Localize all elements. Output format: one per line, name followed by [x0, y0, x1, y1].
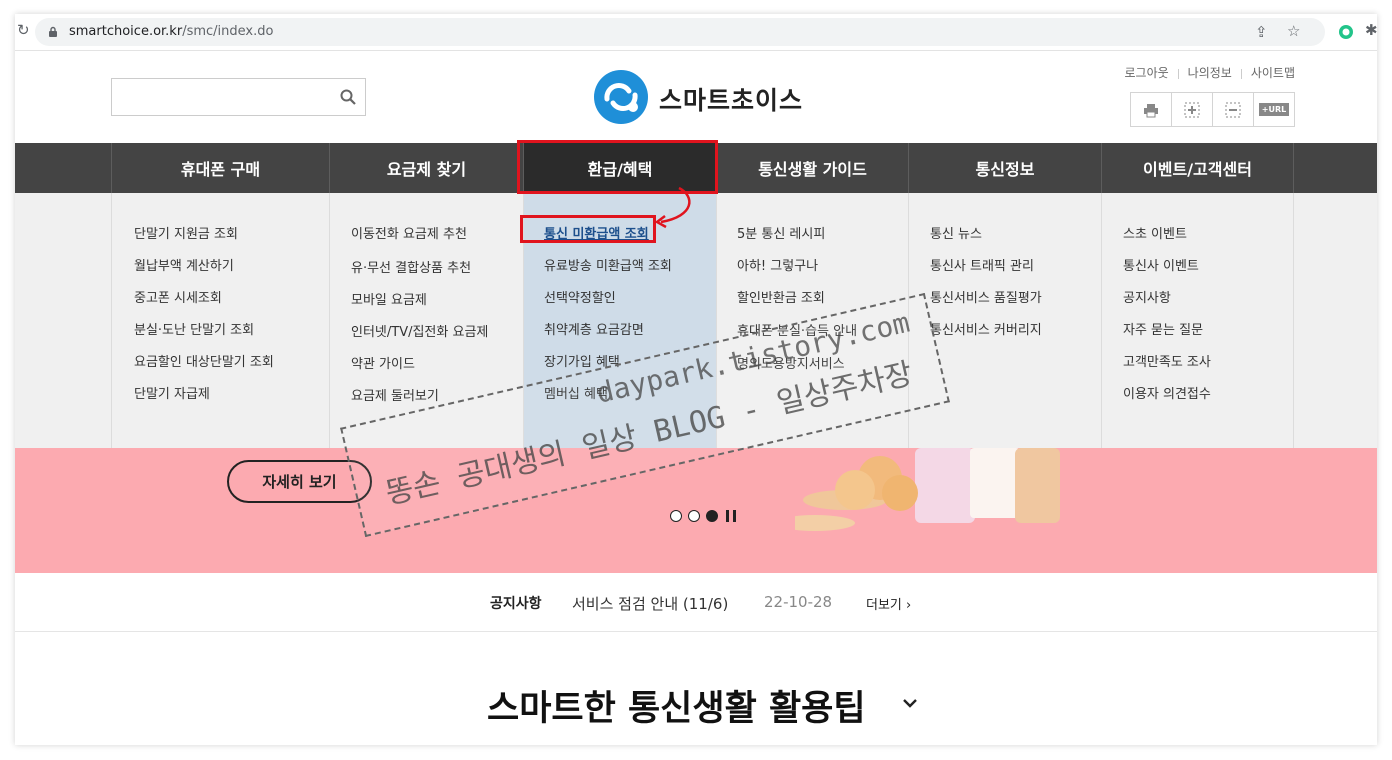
notice-date: 22-10-28 — [764, 593, 833, 611]
menu-traffic-management[interactable]: 통신사 트래픽 관리 — [930, 255, 1034, 274]
url-icon[interactable]: +URL — [1254, 93, 1294, 126]
nav-plan-search[interactable]: 요금제 찾기 — [329, 143, 523, 193]
address-bar[interactable]: smartchoice.or.kr/smc/index.do ⇪ ☆ — [35, 18, 1325, 46]
my-info-link[interactable]: 나의정보 — [1188, 66, 1232, 80]
menu-telecom-news[interactable]: 통신 뉴스 — [930, 223, 982, 242]
carousel-dot-3[interactable] — [706, 510, 718, 522]
nav-telecom-info[interactable]: 통신정보 — [908, 143, 1101, 193]
menu-mobile-plan[interactable]: 모바일 요금제 — [351, 289, 427, 308]
puzzle-icon[interactable]: ✱ — [1365, 22, 1377, 38]
menu-contract-discount[interactable]: 선택약정할인 — [544, 287, 616, 306]
menu-carrier-event[interactable]: 통신사 이벤트 — [1123, 255, 1199, 274]
share-icon[interactable]: ⇪ — [1255, 24, 1268, 40]
zoom-out-icon[interactable] — [1213, 93, 1254, 126]
nav-phone-purchase[interactable]: 휴대폰 구매 — [111, 143, 329, 193]
menu-used-phone-price[interactable]: 중고폰 시세조회 — [134, 287, 222, 306]
site-logo[interactable]: 스마트초이스 — [593, 69, 813, 125]
coins-illustration-icon — [795, 448, 1060, 531]
pause-icon[interactable] — [726, 510, 736, 522]
annotation-arrow-icon — [654, 186, 691, 229]
menu-user-feedback[interactable]: 이용자 의견접수 — [1123, 383, 1211, 402]
menu-paytv-unrefunded[interactable]: 유료방송 미환급액 조회 — [544, 255, 672, 274]
url-text: smartchoice.or.kr/smc/index.do — [69, 24, 274, 39]
menu-column-phone: 단말기 지원금 조회 월납부액 계산하기 중고폰 시세조회 분실·도난 단말기 … — [111, 193, 329, 448]
menu-discount-device-lookup[interactable]: 요금할인 대상단말기 조회 — [134, 351, 274, 370]
sitemap-link[interactable]: 사이트맵 — [1251, 66, 1295, 80]
extension-icon[interactable] — [1338, 24, 1354, 40]
notice-bar: 공지사항 서비스 점검 안내 (11/6) 22-10-28 더보기 › — [15, 573, 1377, 632]
carousel-indicators — [670, 510, 736, 522]
menu-smc-event[interactable]: 스초 이벤트 — [1123, 223, 1187, 242]
menu-installment-calc[interactable]: 월납부액 계산하기 — [134, 255, 234, 274]
menu-discount-return-lookup[interactable]: 할인반환금 조회 — [737, 287, 825, 306]
menu-vulnerable-discount[interactable]: 취약계층 요금감면 — [544, 319, 644, 338]
notice-title-link[interactable]: 서비스 점검 안내 (11/6) — [572, 593, 728, 614]
carousel-dot-2[interactable] — [688, 510, 700, 522]
menu-satisfaction-survey[interactable]: 고객만족도 조사 — [1123, 351, 1211, 370]
logout-link[interactable]: 로그아웃 — [1124, 66, 1168, 80]
browser-toolbar: ↻ smartchoice.or.kr/smc/index.do ⇪ ☆ ✱ — [15, 14, 1377, 51]
hero-banner: 자세히 보기 — [15, 448, 1377, 573]
print-icon[interactable] — [1131, 93, 1172, 126]
browser-window: ↻ smartchoice.or.kr/smc/index.do ⇪ ☆ ✱ 스… — [15, 14, 1377, 745]
logo-mark-icon — [594, 70, 648, 124]
zoom-in-icon[interactable] — [1172, 93, 1213, 126]
menu-bundle-recommend[interactable]: 유·무선 결합상품 추천 — [351, 257, 471, 276]
highlight-box-menu — [520, 215, 656, 243]
section-title: 스마트한 통신생활 활용팁 — [487, 689, 866, 729]
logo-text: 스마트초이스 — [659, 86, 804, 115]
menu-self-supply-device[interactable]: 단말기 자급제 — [134, 383, 210, 402]
menu-quality-evaluation[interactable]: 통신서비스 품질평가 — [930, 287, 1042, 306]
utility-links: 로그아웃 나의정보 사이트맵 — [1124, 64, 1295, 81]
menu-mobile-plan-recommend[interactable]: 이동전화 요금제 추천 — [351, 223, 467, 242]
menu-lost-phone-lookup[interactable]: 분실·도난 단말기 조회 — [134, 319, 254, 338]
menu-terms-guide[interactable]: 약관 가이드 — [351, 353, 415, 372]
carousel-dot-1[interactable] — [670, 510, 682, 522]
bookmark-star-icon[interactable]: ☆ — [1287, 23, 1300, 39]
search-icon[interactable] — [339, 88, 357, 106]
menu-column-info: 통신 뉴스 통신사 트래픽 관리 통신서비스 품질평가 통신서비스 커버리지 — [908, 193, 1101, 448]
chevron-down-icon[interactable] — [902, 697, 918, 709]
nav-life-guide[interactable]: 통신생활 가이드 — [716, 143, 908, 193]
site-header: 스마트초이스 로그아웃 나의정보 사이트맵 +URL — [15, 51, 1377, 143]
menu-5min-recipe[interactable]: 5분 통신 레시피 — [737, 223, 825, 242]
reload-icon[interactable]: ↻ — [17, 22, 30, 38]
menu-column-event: 스초 이벤트 통신사 이벤트 공지사항 자주 묻는 질문 고객만족도 조사 이용… — [1101, 193, 1294, 448]
menu-internet-tv-plan[interactable]: 인터넷/TV/집전화 요금제 — [351, 321, 488, 340]
menu-notice[interactable]: 공지사항 — [1123, 287, 1171, 306]
menu-subsidy-lookup[interactable]: 단말기 지원금 조회 — [134, 223, 238, 242]
nav-event-support[interactable]: 이벤트/고객센터 — [1101, 143, 1294, 193]
search-box — [111, 78, 366, 116]
notice-label: 공지사항 — [490, 596, 542, 612]
lock-icon — [49, 26, 57, 37]
menu-plan-browse[interactable]: 요금제 둘러보기 — [351, 385, 439, 404]
menu-aha[interactable]: 아하! 그렇구나 — [737, 255, 818, 274]
utility-icon-bar: +URL — [1130, 92, 1295, 127]
search-input[interactable] — [112, 79, 332, 115]
menu-faq[interactable]: 자주 묻는 질문 — [1123, 319, 1203, 338]
notice-more-link[interactable]: 더보기 › — [866, 594, 911, 613]
menu-coverage[interactable]: 통신서비스 커버리지 — [930, 319, 1042, 338]
